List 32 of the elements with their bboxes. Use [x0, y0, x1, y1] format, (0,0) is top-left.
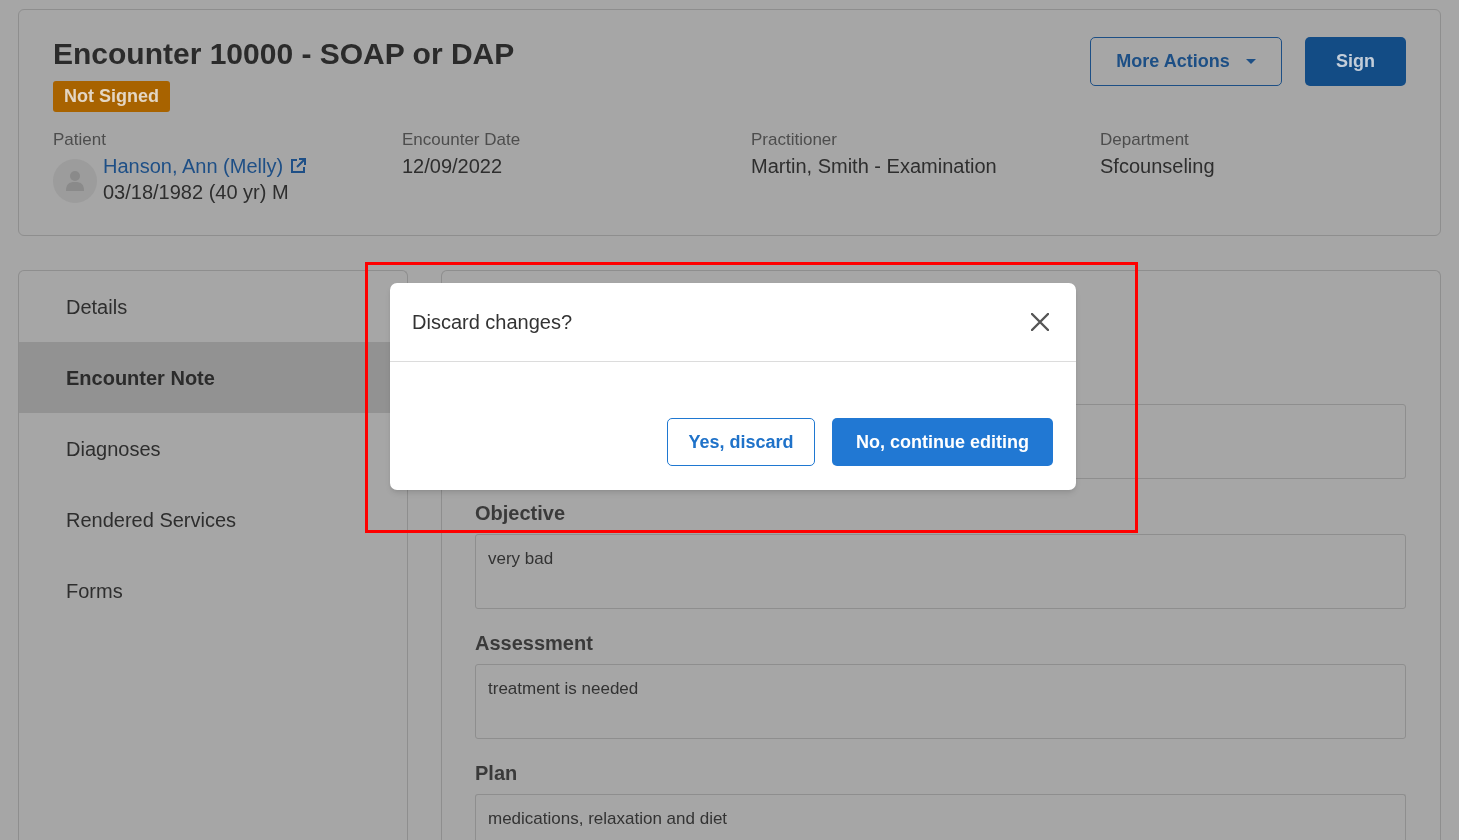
- more-actions-button[interactable]: More Actions: [1090, 37, 1282, 86]
- detail-label: Patient: [53, 129, 107, 151]
- detail-label: Department: [1100, 129, 1190, 151]
- text-area[interactable]: very bad: [475, 534, 1406, 609]
- field-label: Objective: [475, 501, 566, 526]
- sidebar-item[interactable]: Forms: [19, 555, 390, 626]
- field-label: Plan: [475, 761, 518, 786]
- sidebar-item[interactable]: Rendered Services: [19, 484, 390, 555]
- discard-button[interactable]: Yes, discard: [667, 418, 815, 466]
- detail-value: Sfcounseling: [1100, 154, 1216, 179]
- text-area[interactable]: treatment is needed: [475, 664, 1406, 739]
- encounter-title: Encounter 10000 - SOAP or DAP: [53, 36, 515, 72]
- sidebar-item[interactable]: Details: [19, 271, 390, 342]
- patient-link[interactable]: Hanson, Ann (Melly): [103, 153, 284, 179]
- external-link-icon[interactable]: [290, 158, 307, 174]
- close-icon: [1031, 313, 1049, 331]
- detail-value: 12/09/2022: [402, 154, 504, 179]
- text-area[interactable]: medications, relaxation and diet: [475, 794, 1406, 840]
- sidebar-item[interactable]: Diagnoses: [19, 413, 390, 484]
- sign-button[interactable]: Sign: [1305, 37, 1406, 86]
- dialog-title: Discard changes?: [412, 310, 573, 335]
- caret-icon: [1245, 59, 1256, 64]
- avatar-icon: [53, 159, 97, 203]
- field-label: Assessment: [475, 631, 593, 656]
- continue-editing-button[interactable]: No, continue editing: [832, 418, 1053, 466]
- detail-label: Encounter Date: [402, 129, 522, 151]
- close-button[interactable]: [1031, 313, 1049, 331]
- status-badge: Not Signed: [53, 81, 170, 112]
- detail-value: Martin, Smith - Examination: [751, 154, 998, 179]
- detail-label: Practitioner: [751, 129, 838, 151]
- patient-birth-info: 03/18/1982 (40 yr) M: [103, 180, 290, 205]
- sidebar-item[interactable]: Encounter Note: [19, 342, 390, 413]
